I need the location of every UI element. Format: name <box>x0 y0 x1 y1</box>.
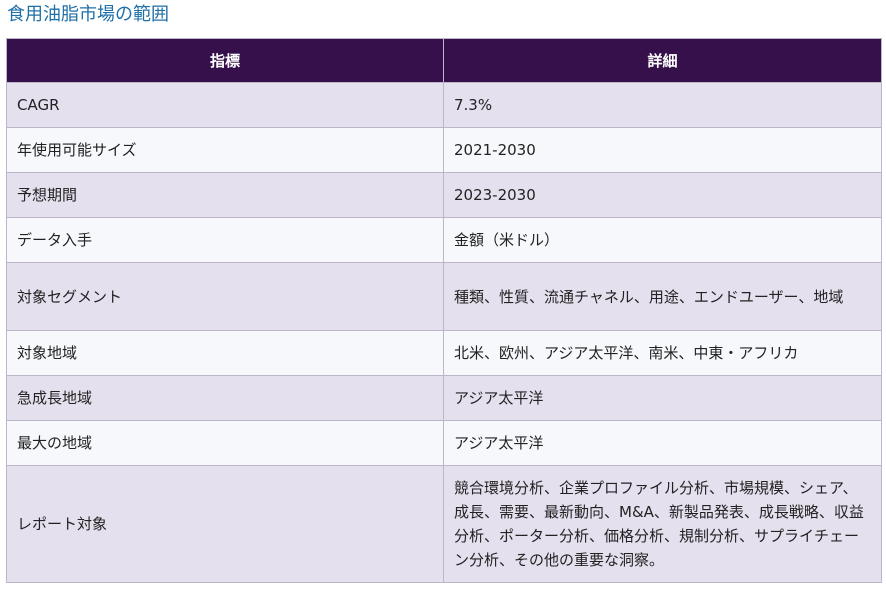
table-row: 対象セグメント 種類、性質、流通チャネル、用途、エンドユーザー、地域 <box>6 262 882 331</box>
row-label: 予想期間 <box>6 172 444 218</box>
page-title: 食用油脂市場の範囲 <box>7 4 169 25</box>
row-value: 2021-2030 <box>443 127 882 173</box>
row-value: 種類、性質、流通チャネル、用途、エンドユーザー、地域 <box>443 262 882 331</box>
row-value: 2023-2030 <box>443 172 882 218</box>
table-header-row: 指標 詳細 <box>6 38 882 83</box>
table-row: レポート対象 競合環境分析、企業プロファイル分析、市場規模、シェア、成長、需要、… <box>6 465 882 583</box>
table-row: 年使用可能サイズ 2021-2030 <box>6 127 882 173</box>
row-value: 7.3% <box>443 82 882 128</box>
row-label: CAGR <box>6 82 444 128</box>
table-row: 対象地域 北米、欧州、アジア太平洋、南米、中東・アフリカ <box>6 330 882 376</box>
table-row: 急成長地域 アジア太平洋 <box>6 375 882 421</box>
row-label: レポート対象 <box>6 465 444 583</box>
scope-table: 指標 詳細 CAGR 7.3% 年使用可能サイズ 2021-2030 予想期間 … <box>6 38 882 583</box>
row-label: 年使用可能サイズ <box>6 127 444 173</box>
table-row: データ入手 金額（米ドル） <box>6 217 882 263</box>
row-value: 金額（米ドル） <box>443 217 882 263</box>
page: 食用油脂市場の範囲 指標 詳細 CAGR 7.3% 年使用可能サイズ 2021-… <box>0 0 886 589</box>
row-label: 急成長地域 <box>6 375 444 421</box>
row-value: 競合環境分析、企業プロファイル分析、市場規模、シェア、成長、需要、最新動向、M&… <box>443 465 882 583</box>
row-value: アジア太平洋 <box>443 420 882 466</box>
row-label: 対象セグメント <box>6 262 444 331</box>
row-value: 北米、欧州、アジア太平洋、南米、中東・アフリカ <box>443 330 882 376</box>
header-metric: 指標 <box>6 38 444 83</box>
row-label: 最大の地域 <box>6 420 444 466</box>
table-row: 最大の地域 アジア太平洋 <box>6 420 882 466</box>
row-value: アジア太平洋 <box>443 375 882 421</box>
table-row: CAGR 7.3% <box>6 82 882 128</box>
table-row: 予想期間 2023-2030 <box>6 172 882 218</box>
row-label: 対象地域 <box>6 330 444 376</box>
header-detail: 詳細 <box>443 38 882 83</box>
row-label: データ入手 <box>6 217 444 263</box>
